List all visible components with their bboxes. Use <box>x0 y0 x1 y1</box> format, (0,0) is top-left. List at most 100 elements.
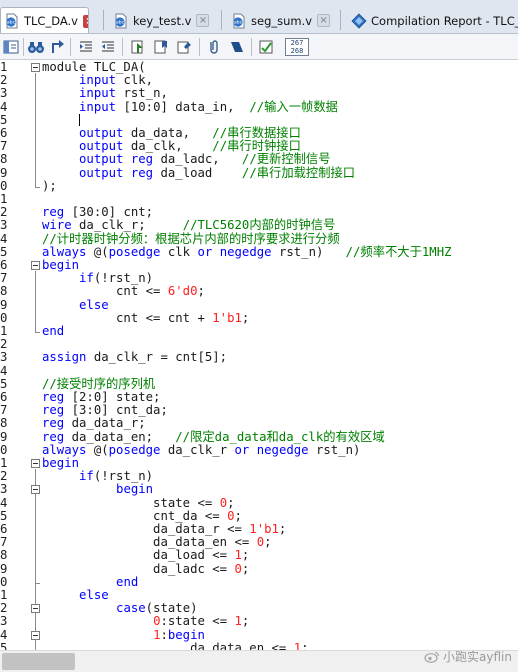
code-line[interactable]: case(state) <box>42 602 197 615</box>
uncomment-icon[interactable] <box>227 37 247 57</box>
tab-close-icon[interactable]: × <box>83 14 88 28</box>
fold-guide-line <box>35 495 36 583</box>
keyword-token: begin <box>42 258 80 272</box>
fold-toggle-icon[interactable] <box>31 261 40 270</box>
code-line[interactable]: state <= 0; <box>42 495 234 510</box>
code-line[interactable]: 1:begin <box>42 628 205 642</box>
fold-margin <box>31 60 41 650</box>
code-line[interactable]: assign da_clk_r = cnt[5]; <box>42 351 227 364</box>
code-line[interactable]: reg da_data_en; //限定da_data和da_clk的有效区域 <box>42 429 385 444</box>
fold-toggle-icon[interactable] <box>31 459 40 468</box>
find-icon[interactable] <box>26 37 46 57</box>
bookmark-next-icon[interactable] <box>174 37 194 57</box>
code-area[interactable]: module TLC_DA( input clk, input rst_n, i… <box>42 60 518 650</box>
code-line[interactable]: else <box>42 298 109 312</box>
code-line[interactable]: always @(posedge da_clk_r or negedge rst… <box>42 443 360 457</box>
comment-token: //频率不大于1MHZ <box>345 244 452 259</box>
code-line[interactable]: begin <box>42 483 153 496</box>
number-token: 0 <box>234 561 242 576</box>
code-line[interactable]: if(!rst_n) <box>42 272 153 285</box>
code-token: ; <box>197 284 205 299</box>
code-token: clk, <box>116 73 154 88</box>
code-line[interactable]: cnt_da <= 0; <box>42 509 242 523</box>
line-number: 0 <box>0 178 8 193</box>
line-numbers-icon[interactable]: 267 268 <box>284 37 310 57</box>
scrollbar-thumb[interactable] <box>2 653 75 670</box>
line-number: 5 <box>0 640 8 650</box>
code-line[interactable]: end <box>42 324 64 338</box>
code-line[interactable]: if(!rst_n) <box>42 470 153 483</box>
code-line[interactable]: reg [3:0] cnt_da; <box>42 404 168 417</box>
keyword-token: reg <box>42 403 65 418</box>
code-line[interactable]: da_load <= 1; <box>42 549 249 562</box>
code-line[interactable]: end <box>42 575 138 589</box>
number-token: 0 <box>219 495 228 510</box>
fold-toggle-icon[interactable] <box>31 604 40 614</box>
line-number: 2 <box>0 73 8 88</box>
code-token: da_data_en <= <box>42 535 257 550</box>
tab-tlc-da[interactable]: abc TLC_DA.v × <box>0 7 89 33</box>
code-line[interactable]: //计时器时钟分频：根据芯片内部的时序要求进行分频 <box>42 232 340 246</box>
code-line[interactable]: input clk, <box>42 74 153 87</box>
tab-compilation-report[interactable]: Compilation Report - TLC_D <box>348 7 518 33</box>
code-line[interactable] <box>42 113 81 127</box>
code-line[interactable]: input rst_n, <box>42 87 168 100</box>
code-line[interactable]: 0:state <= 1; <box>42 615 249 628</box>
line-number: 3 <box>0 482 8 497</box>
code-line[interactable]: ); <box>42 179 57 193</box>
code-line[interactable]: da_data_en <= 0; <box>42 535 271 550</box>
indent-icon[interactable] <box>76 37 96 57</box>
fold-guide-line <box>35 73 36 187</box>
code-line[interactable]: wire da_clk_r; //TLC5620内部的时钟信号 <box>42 219 335 232</box>
format-icon[interactable] <box>256 37 276 57</box>
code-token: [10:0] data_in, <box>116 99 250 114</box>
tab-close-icon[interactable]: × <box>196 14 210 27</box>
line-number: 8 <box>0 284 8 299</box>
keyword-token: begin <box>42 456 80 470</box>
insert-template-icon[interactable] <box>128 37 148 57</box>
code-token: da_clk_r; <box>71 218 183 233</box>
code-editor[interactable]: 1234567890123456789012345678901234567890… <box>0 60 518 650</box>
tab-close-icon[interactable]: × <box>317 14 331 27</box>
code-line[interactable]: reg da_data_r; <box>42 417 146 430</box>
code-line[interactable]: output reg da_ladc, //更新控制信号 <box>42 152 330 166</box>
toolbar-divider <box>251 38 252 56</box>
line-numbers-badge-bottom: 268 <box>290 47 304 55</box>
code-token: ; <box>241 310 250 325</box>
fold-toggle-icon[interactable] <box>31 630 40 640</box>
comment-token: //串行加载控制接口 <box>241 165 356 180</box>
watermark-text: 小跑实ayflin <box>443 650 512 664</box>
view-toggle-icon[interactable] <box>1 37 21 57</box>
bookmark-icon[interactable] <box>151 37 171 57</box>
code-line[interactable]: da_ladc <= 0; <box>42 561 249 576</box>
fold-end-marker <box>35 332 40 333</box>
code-line[interactable]: always @(posedge clk or negedge rst_n) /… <box>42 244 452 259</box>
code-token: [3:0] cnt_da; <box>64 403 168 418</box>
comment-icon[interactable] <box>204 37 224 57</box>
fold-end-marker <box>35 186 40 188</box>
keyword-token: if <box>79 271 94 286</box>
line-number: 2 <box>0 469 8 484</box>
keyword-token: begin <box>116 482 154 497</box>
find-next-icon[interactable] <box>48 37 68 57</box>
code-line[interactable]: output reg da_load //串行加载控制接口 <box>42 165 356 180</box>
tab-key-test[interactable]: abc key_test.v × <box>110 7 218 33</box>
code-line[interactable]: input [10:0] data_in, //输入一帧数据 <box>42 99 338 114</box>
code-line[interactable]: da_data_en <= 1; <box>42 641 308 650</box>
code-line[interactable]: //接受时序的序列机 <box>42 377 155 391</box>
unindent-icon[interactable] <box>98 37 118 57</box>
tab-seg-sum[interactable]: abc seg_sum.v × <box>228 7 336 33</box>
code-line[interactable]: cnt <= 6'd0; <box>42 285 205 298</box>
compilation-report-icon <box>351 12 367 29</box>
weibo-logo-icon <box>424 651 440 663</box>
fold-toggle-icon[interactable] <box>31 63 40 72</box>
code-token: ; <box>278 522 287 536</box>
comment-token: //限定da_data和da_clk的有效区域 <box>175 429 385 444</box>
code-line[interactable]: cnt <= cnt + 1'b1; <box>42 310 250 325</box>
tab-label: key_test.v <box>133 13 192 28</box>
fold-toggle-icon[interactable] <box>31 485 40 495</box>
line-number: 7 <box>0 535 8 550</box>
line-number: 4 <box>0 627 8 642</box>
code-token: da_data_r; <box>64 416 146 431</box>
